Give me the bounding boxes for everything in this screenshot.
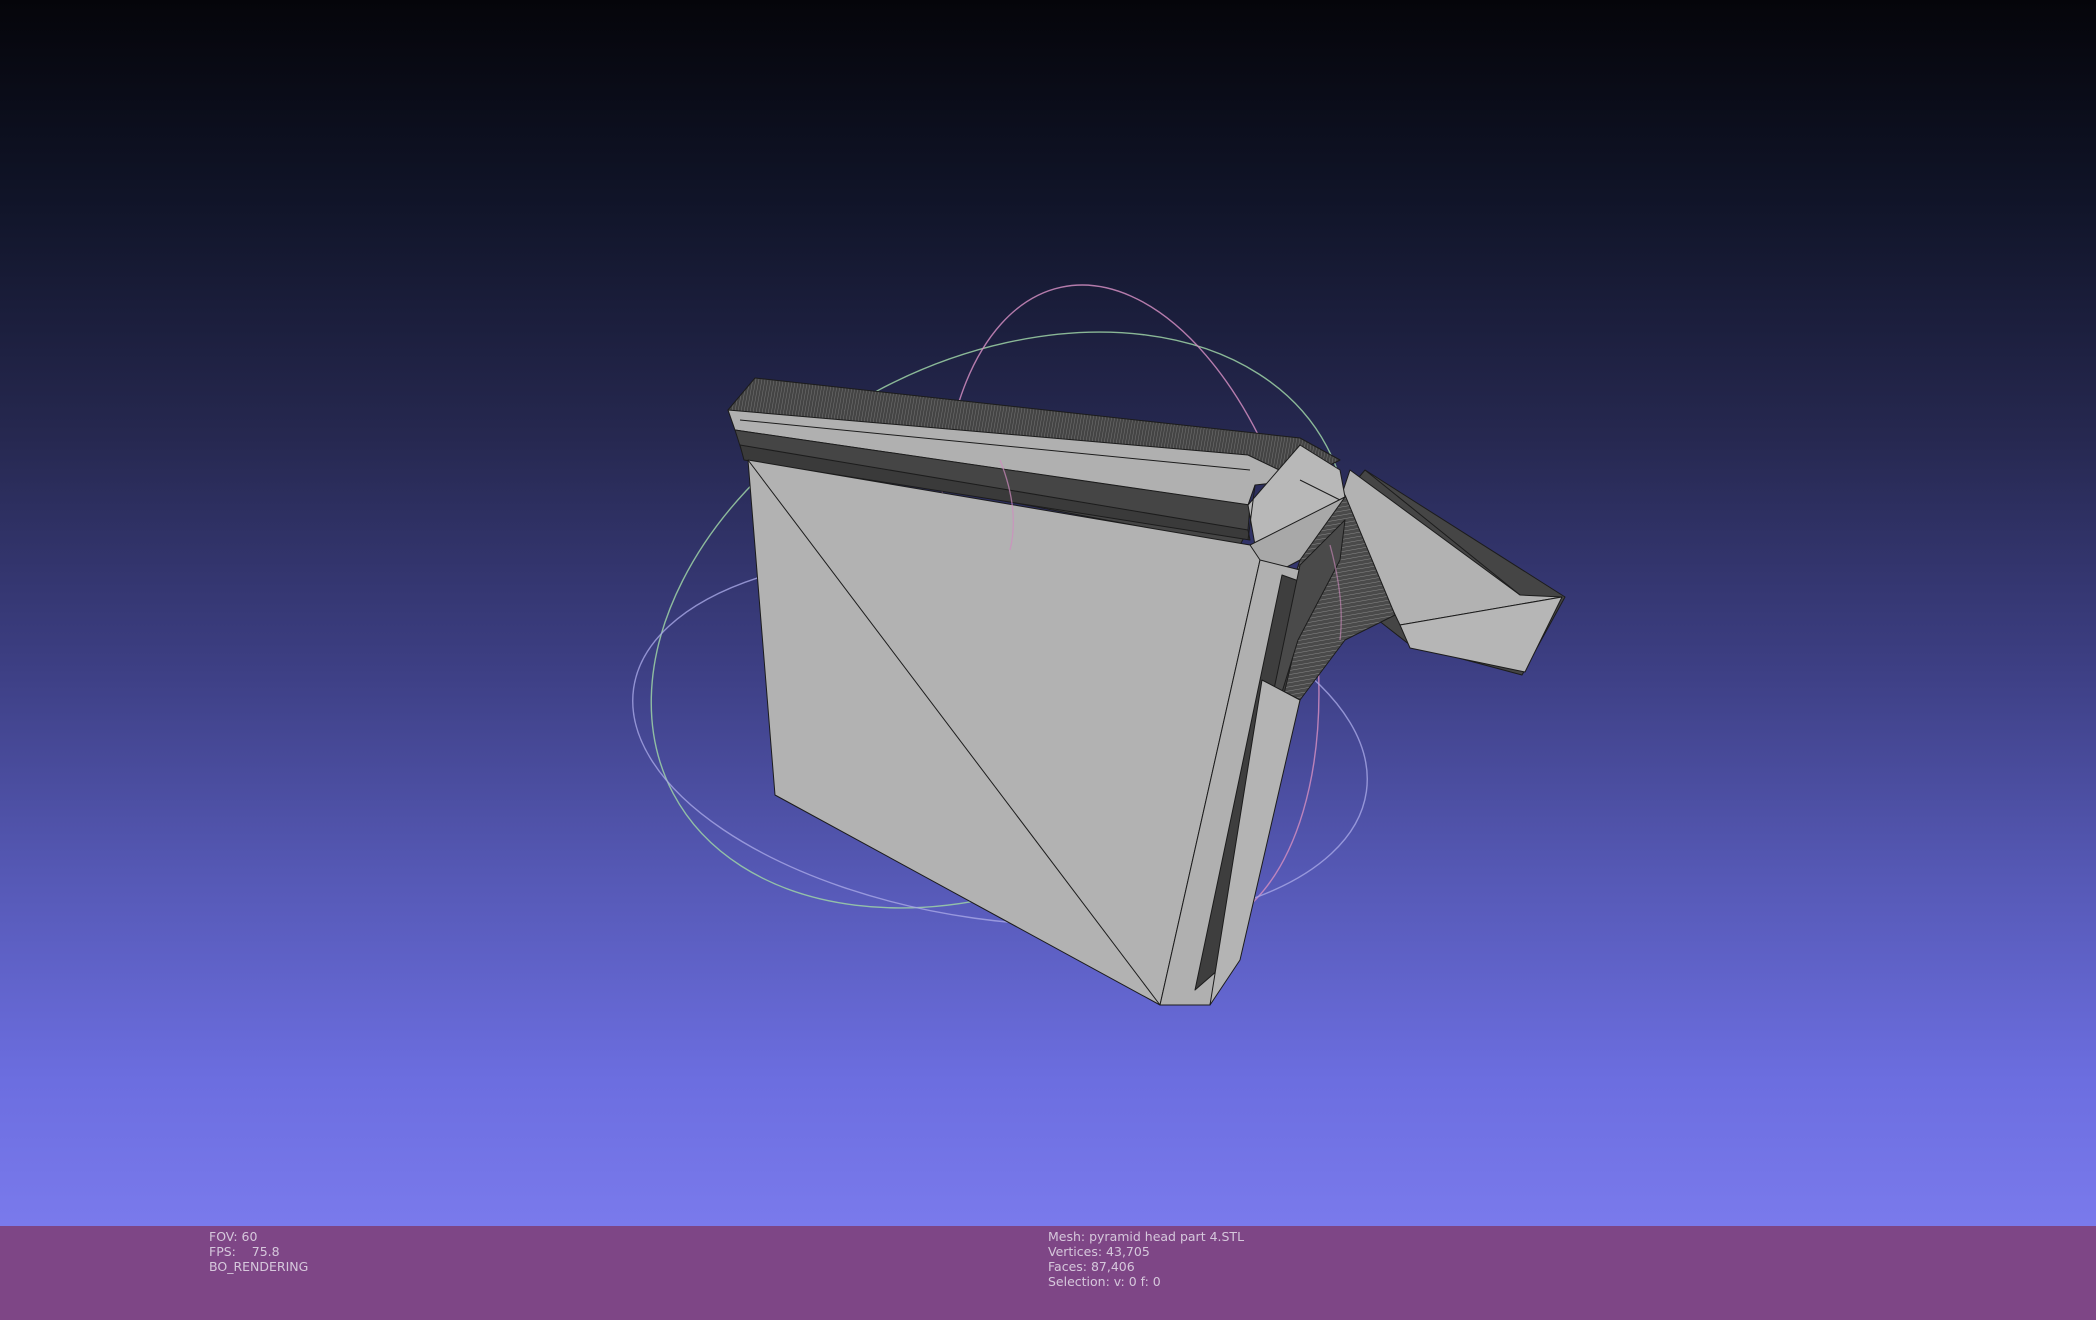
mesh-name-readout: Mesh: pyramid head part 4.STL — [1048, 1229, 1245, 1244]
mesh-stats: Mesh: pyramid head part 4.STL Vertices: … — [1048, 1229, 1244, 1289]
faces-readout: Faces: 87,406 — [1048, 1259, 1135, 1274]
selection-readout: Selection: v: 0 f: 0 — [1048, 1274, 1161, 1289]
mesh-model[interactable] — [727, 377, 1566, 1006]
render-mode-readout: BO_RENDERING — [209, 1259, 309, 1274]
status-info-bar: FOV: 60 FPS: 75.8 BO_RENDERING Mesh: pyr… — [0, 1226, 2096, 1320]
fov-readout: FOV: 60 — [209, 1229, 258, 1244]
render-stats: FOV: 60 FPS: 75.8 BO_RENDERING — [209, 1229, 308, 1274]
vertices-readout: Vertices: 43,705 — [1048, 1244, 1150, 1259]
mesh-scene[interactable] — [0, 0, 2096, 1320]
fps-readout: FPS: 75.8 — [209, 1244, 280, 1259]
3d-viewport[interactable] — [0, 0, 2096, 1320]
